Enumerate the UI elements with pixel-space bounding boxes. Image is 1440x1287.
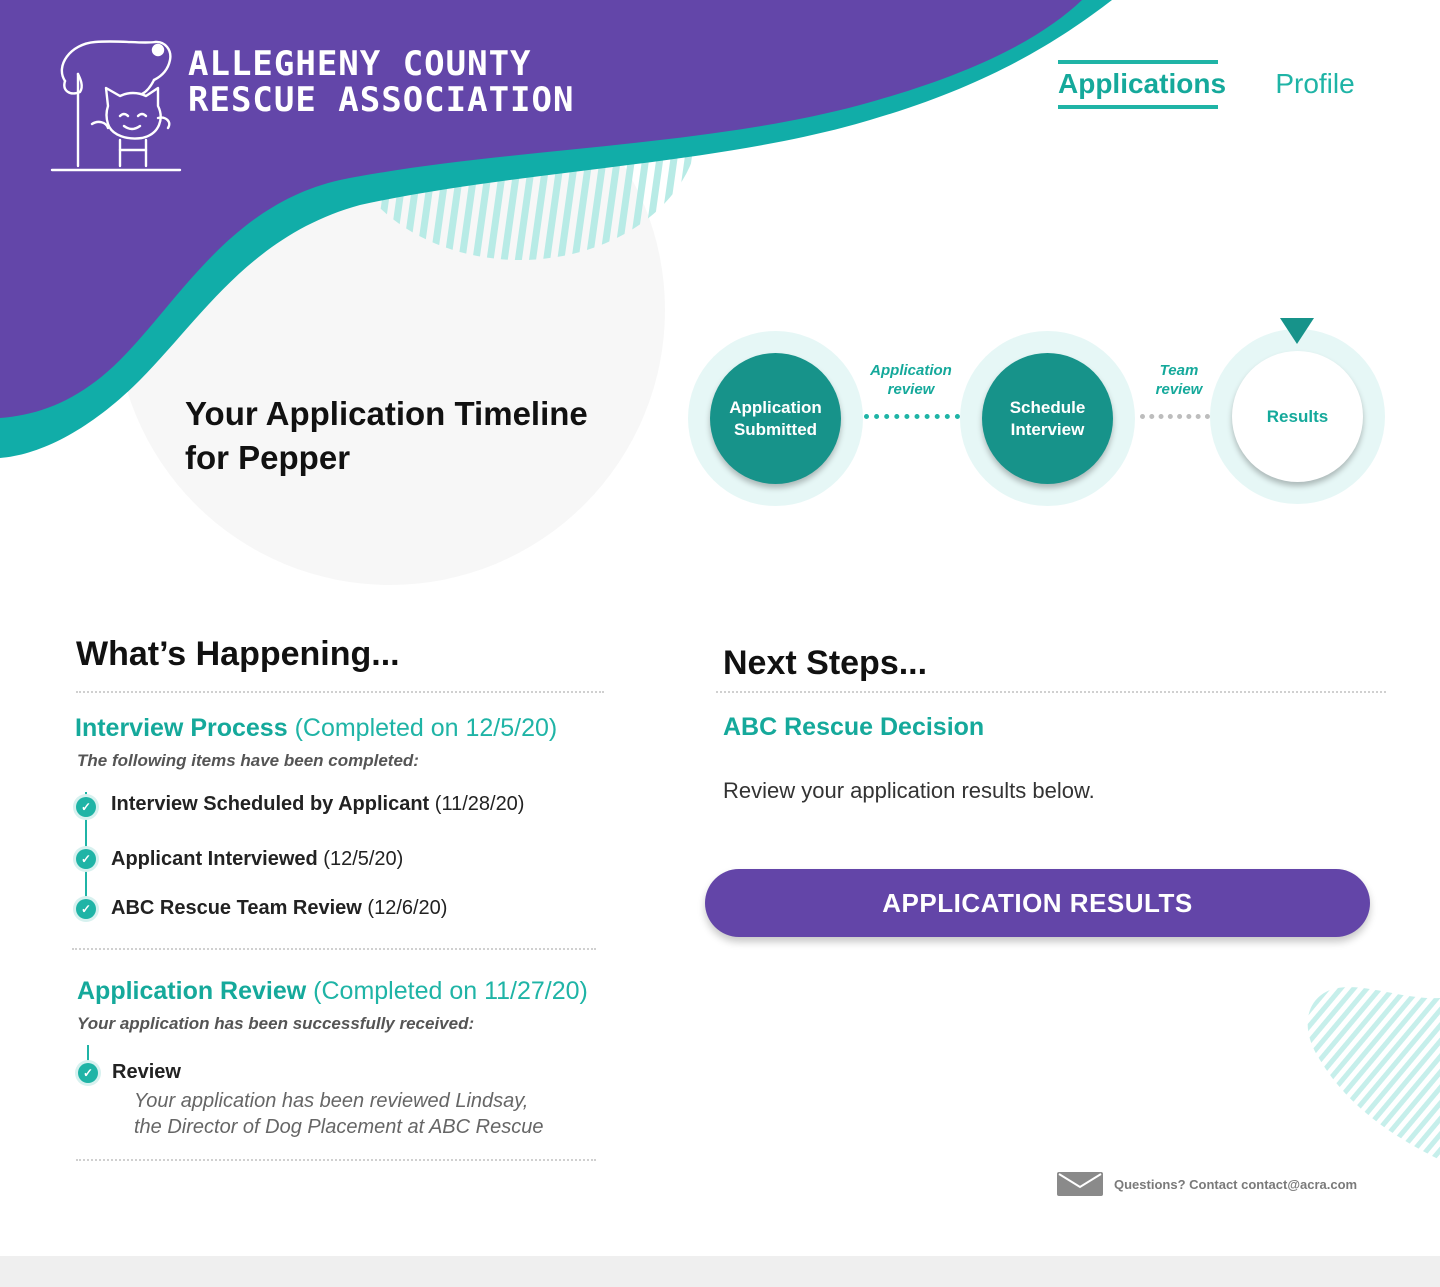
- step-label-line-1: Schedule: [1009, 397, 1086, 417]
- item-date: (12/5/20): [323, 848, 404, 870]
- group-completed-date: (Completed on 12/5/20): [294, 714, 558, 742]
- step-application-submitted: Application Submitted: [710, 353, 841, 484]
- connector-label-line-1: Team: [1159, 362, 1199, 379]
- step-schedule-interview: Schedule Interview: [982, 353, 1113, 484]
- connector-label-line-1: Application: [870, 362, 952, 379]
- item-description: Your application has been reviewed Linds…: [134, 1088, 543, 1140]
- step-label-line-2: Submitted: [733, 419, 818, 439]
- brand-name: ALLEGHENY COUNTY RESCUE ASSOCIATION: [188, 46, 574, 118]
- next-steps-heading: ABC Rescue Decision: [723, 713, 985, 741]
- divider: [76, 691, 604, 693]
- group-title-label: Interview Process: [75, 714, 288, 742]
- check-icon: ✓: [78, 1063, 98, 1083]
- connector-dots-pending: [1140, 414, 1210, 419]
- list-item: ABC Rescue Team Review (12/6/20): [111, 894, 447, 922]
- next-steps-title: Next Steps...: [723, 644, 928, 682]
- envelope-icon: [1057, 1172, 1103, 1196]
- brand-line-2: RESCUE ASSOCIATION: [188, 80, 575, 120]
- next-steps-text: Review your application results below.: [723, 778, 1095, 803]
- striped-corner-decoration: [1307, 987, 1440, 1160]
- list-item: Applicant Interviewed (12/5/20): [111, 845, 403, 873]
- check-icon: ✓: [76, 849, 96, 869]
- connector-label-line-2: review: [887, 381, 935, 398]
- nav-tab-profile[interactable]: Profile: [1260, 64, 1370, 104]
- divider: [76, 1159, 596, 1161]
- step-label-line-2: Interview: [1010, 419, 1085, 439]
- item-description-line-1: Your application has been reviewed Linds…: [134, 1090, 529, 1112]
- item-label: ABC Rescue Team Review: [111, 897, 362, 919]
- footer-bar: [0, 1256, 1440, 1287]
- step-label-line-1: Results: [1266, 406, 1329, 426]
- page-title-line-1: Your Application Timeline: [185, 395, 588, 432]
- application-results-button[interactable]: APPLICATION RESULTS: [705, 869, 1370, 937]
- divider: [716, 691, 1386, 693]
- list-item: Review: [112, 1058, 181, 1086]
- step-results: Results: [1232, 351, 1363, 482]
- item-label: Applicant Interviewed: [111, 848, 318, 870]
- whats-happening-title: What’s Happening...: [76, 635, 400, 673]
- group-completed-date: (Completed on 11/27/20): [313, 977, 588, 1005]
- brand-logo[interactable]: ALLEGHENY COUNTY RESCUE ASSOCIATION: [50, 36, 573, 181]
- connector-label-team-review: Team review: [1136, 361, 1222, 399]
- list-item: Interview Scheduled by Applicant (11/28/…: [111, 790, 524, 818]
- connector-dots-done: [864, 414, 960, 419]
- item-label: Review: [112, 1061, 181, 1083]
- group-title-interview-process: Interview Process (Completed on 12/5/20): [75, 712, 557, 744]
- item-date: (11/28/20): [434, 793, 525, 815]
- item-date: (12/6/20): [367, 897, 448, 919]
- group-note: The following items have been completed:: [77, 751, 419, 770]
- divider: [72, 948, 596, 950]
- page-title-line-2: for Pepper: [185, 439, 351, 476]
- nav-tab-applications[interactable]: Applications: [1058, 60, 1226, 109]
- connector-label-line-2: review: [1155, 381, 1203, 398]
- item-description-line-2: the Director of Dog Placement at ABC Res…: [134, 1116, 544, 1138]
- group-note: Your application has been successfully r…: [77, 1014, 475, 1033]
- item-label: Interview Scheduled by Applicant: [111, 793, 430, 815]
- step-label-line-1: Application: [729, 397, 822, 417]
- dog-and-cat-logo-icon: [50, 40, 182, 172]
- page-title: Your Application Timeline for Pepper: [185, 392, 588, 480]
- connector-label-application-review: Application review: [858, 361, 964, 399]
- group-title-application-review: Application Review (Completed on 11/27/2…: [77, 975, 588, 1007]
- check-icon: ✓: [76, 899, 96, 919]
- check-icon: ✓: [76, 797, 96, 817]
- group-title-label: Application Review: [77, 977, 307, 1005]
- brand-line-1: ALLEGHENY COUNTY: [188, 44, 532, 84]
- contact-info[interactable]: Questions? Contact contact@acra.com: [1056, 1171, 1357, 1197]
- current-step-marker: [1280, 318, 1314, 344]
- contact-text: Questions? Contact contact@acra.com: [1114, 1176, 1358, 1192]
